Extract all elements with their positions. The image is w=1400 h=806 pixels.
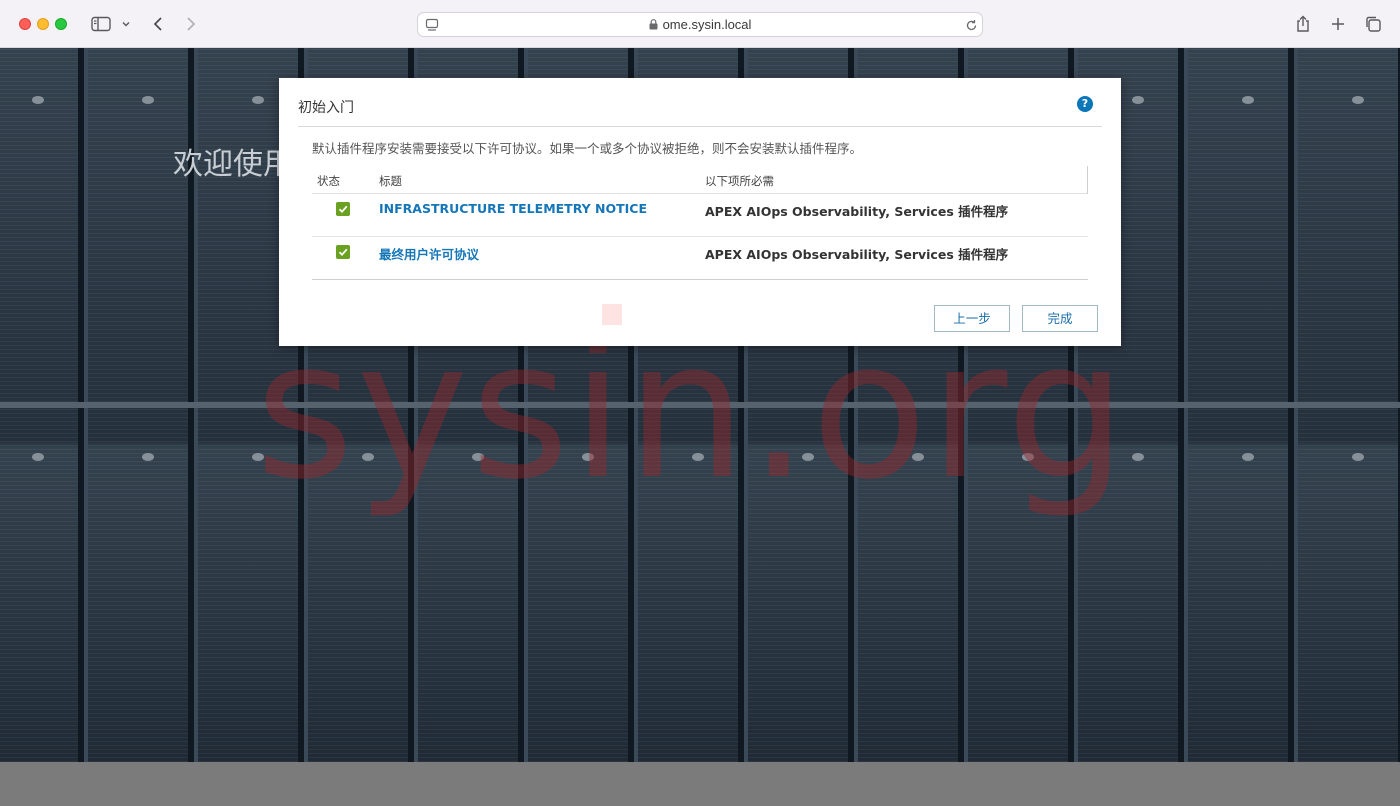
minimize-window-button[interactable] <box>37 18 49 30</box>
lock-icon <box>649 14 658 38</box>
zoom-window-button[interactable] <box>55 18 67 30</box>
column-header-status: 状态 <box>317 174 340 188</box>
browser-toolbar: ome.sysin.local <box>0 0 1400 48</box>
rack-logo-icon <box>1242 453 1254 461</box>
rack-logo-icon <box>142 453 154 461</box>
share-icon[interactable] <box>1294 12 1312 36</box>
table-row: 最终用户许可协议 APEX AIOps Observability, Servi… <box>312 237 1088 280</box>
back-arrow-icon[interactable] <box>150 12 166 36</box>
rack-logo-icon <box>252 96 264 104</box>
address-bar[interactable]: ome.sysin.local <box>417 12 983 37</box>
sidebar-icon[interactable] <box>90 12 112 36</box>
column-header-title: 标题 <box>379 174 402 188</box>
rack-logo-icon <box>32 453 44 461</box>
column-resize-handle[interactable] <box>1087 166 1088 194</box>
rack-logo-icon <box>1132 453 1144 461</box>
table-row: INFRASTRUCTURE TELEMETRY NOTICE APEX AIO… <box>312 194 1088 237</box>
table-header: 状态 标题 以下项所必需 <box>312 166 1088 194</box>
required-by-text: APEX AIOps Observability, Services 插件程序 <box>705 247 1009 262</box>
status-checkbox-icon <box>336 245 350 259</box>
rack-logo-icon <box>1132 96 1144 104</box>
column-header-required-by: 以下项所必需 <box>705 174 774 188</box>
license-link-eula[interactable]: 最终用户许可协议 <box>379 244 479 263</box>
rack-logo-icon <box>142 96 154 104</box>
new-tab-icon[interactable] <box>1329 12 1347 36</box>
rack-logo-icon <box>32 96 44 104</box>
finish-button[interactable]: 完成 <box>1022 305 1098 332</box>
bottom-strip <box>0 762 1400 806</box>
back-button[interactable]: 上一步 <box>934 305 1010 332</box>
url-display[interactable]: ome.sysin.local <box>418 13 982 38</box>
rack-logo-icon <box>1352 96 1364 104</box>
close-window-button[interactable] <box>19 18 31 30</box>
reload-icon[interactable] <box>964 16 978 34</box>
required-by-text: APEX AIOps Observability, Services 插件程序 <box>705 204 1009 219</box>
rack-logo-icon <box>1352 453 1364 461</box>
dialog-description: 默认插件程序安装需要接受以下许可协议。如果一个或多个协议被拒绝，则不会安装默认插… <box>312 141 863 156</box>
forward-arrow-icon[interactable] <box>183 12 199 36</box>
getting-started-dialog: 初始入门 ? 默认插件程序安装需要接受以下许可协议。如果一个或多个协议被拒绝，则… <box>279 78 1121 346</box>
license-link-telemetry[interactable]: INFRASTRUCTURE TELEMETRY NOTICE <box>379 201 647 216</box>
welcome-heading: 欢迎使用 <box>173 147 283 179</box>
status-checkbox-icon <box>336 202 350 216</box>
help-icon[interactable]: ? <box>1077 96 1093 112</box>
dialog-title: 初始入门 <box>298 100 354 116</box>
loading-indicator <box>602 304 622 325</box>
chevron-down-icon[interactable] <box>120 12 132 36</box>
license-table: 状态 标题 以下项所必需 INFRASTRUCTURE TELEMETRY NO… <box>312 166 1088 280</box>
rack-logo-icon <box>1242 96 1254 104</box>
url-text: ome.sysin.local <box>662 17 752 32</box>
dialog-divider <box>298 126 1102 127</box>
tab-overview-icon[interactable] <box>1363 12 1383 36</box>
